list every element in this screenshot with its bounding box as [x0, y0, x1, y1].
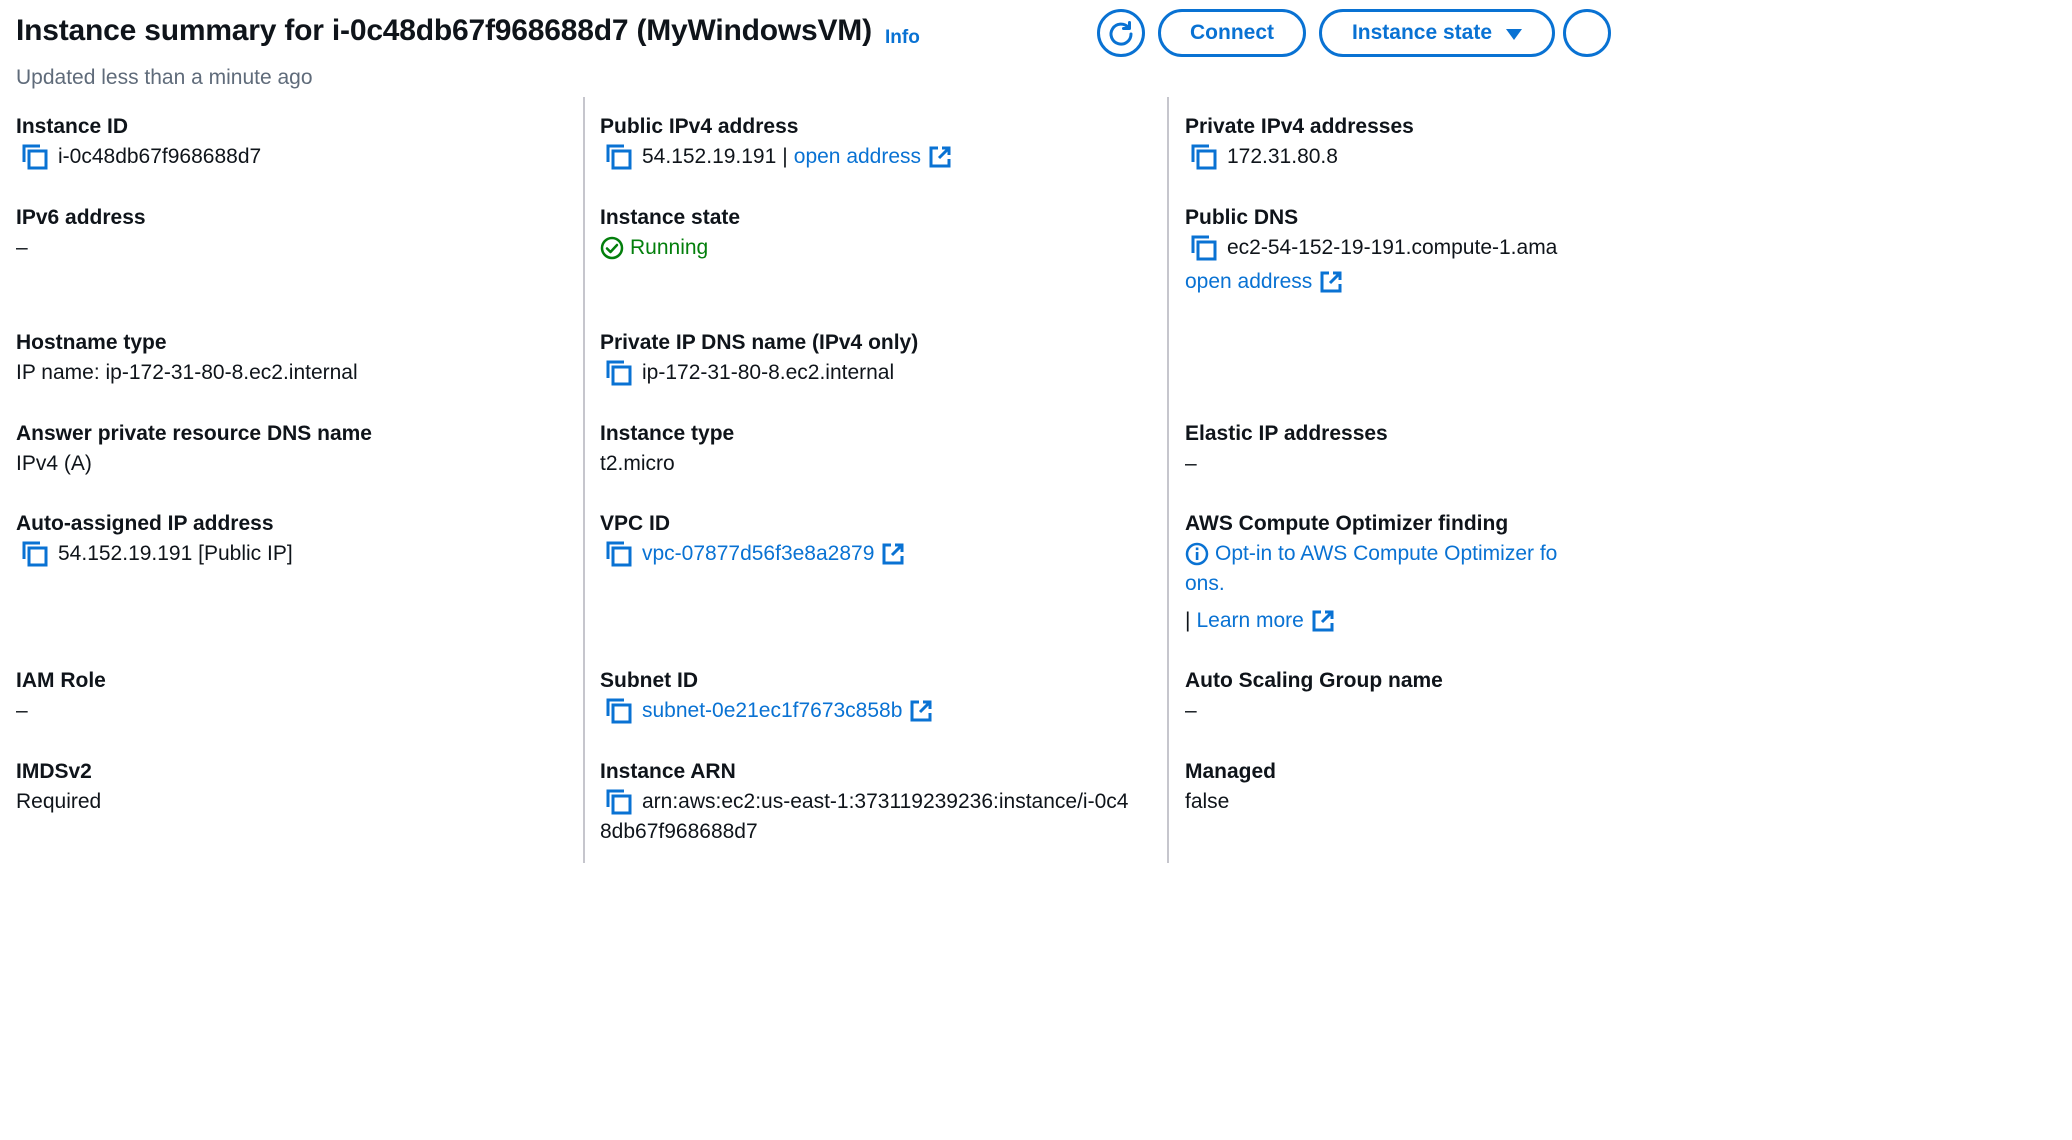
field-label: IMDSv2: [16, 760, 92, 783]
external-link-icon: [882, 543, 904, 565]
vpc-id-link[interactable]: vpc-07877d56f3e8a2879: [642, 539, 874, 569]
instance-arn-field: Instance ARN arn:aws:ec2:us-east-1:37311…: [600, 757, 1128, 817]
iam-role-field: IAM Role –: [16, 666, 106, 726]
external-link-icon: [910, 700, 932, 722]
field-label: Auto-assigned IP address: [16, 512, 274, 535]
separator: |: [1185, 609, 1191, 632]
copy-icon[interactable]: [604, 358, 634, 388]
instance-type-field: Instance type t2.micro: [600, 419, 734, 479]
field-label: Subnet ID: [600, 669, 698, 692]
separator: |: [782, 145, 788, 168]
private-ipv4-value: 172.31.80.8: [1227, 145, 1338, 168]
copy-icon[interactable]: [20, 539, 50, 569]
field-label: AWS Compute Optimizer finding: [1185, 512, 1509, 535]
elastic-ip-value: –: [1185, 452, 1197, 475]
private-dns-field: Private IP DNS name (IPv4 only) ip-172-3…: [600, 328, 918, 388]
field-label: Elastic IP addresses: [1185, 422, 1388, 445]
copy-icon[interactable]: [604, 142, 634, 172]
asg-value: –: [1185, 699, 1197, 722]
field-label: Instance ARN: [600, 760, 736, 783]
external-link-icon: [1320, 271, 1342, 293]
page-title: Instance summary for i-0c48db67f968688d7…: [16, 14, 872, 47]
refresh-button[interactable]: [1097, 9, 1145, 57]
instance-state-value: Running: [630, 236, 709, 259]
caret-down-icon: [1506, 28, 1523, 40]
copy-icon[interactable]: [604, 787, 634, 817]
managed-value: false: [1185, 790, 1230, 813]
field-label: Private IPv4 addresses: [1185, 115, 1414, 138]
status-success-icon: [600, 236, 624, 260]
imdsv2-value: Required: [16, 790, 102, 813]
instance-id-field: Instance ID i-0c48db67f968688d7: [16, 112, 261, 172]
field-label: Instance ID: [16, 115, 129, 138]
updated-text: Updated less than a minute ago: [16, 66, 313, 89]
iam-role-value: –: [16, 699, 28, 722]
field-label: Instance type: [600, 422, 735, 445]
field-label: VPC ID: [600, 512, 671, 535]
field-label: Managed: [1185, 760, 1277, 783]
refresh-icon: [1109, 21, 1133, 46]
open-address-link[interactable]: open address: [1185, 267, 1312, 297]
optimizer-optin-link[interactable]: Opt-in to AWS Compute Optimizer fo: [1215, 539, 1557, 569]
public-dns-value: ec2-54-152-19-191.compute-1.ama: [1227, 236, 1558, 259]
public-dns-field: Public DNS ec2-54-152-19-191.compute-1.a…: [1185, 203, 1557, 263]
field-label: Hostname type: [16, 331, 167, 354]
open-address-link[interactable]: open address: [794, 142, 921, 172]
copy-icon[interactable]: [1189, 233, 1219, 263]
ipv6-value: –: [16, 236, 28, 259]
field-label: Instance state: [600, 206, 741, 229]
external-link-icon: [1312, 610, 1334, 632]
field-label: Public IPv4 address: [600, 115, 799, 138]
instance-state-field: Instance state Running: [600, 203, 740, 263]
public-ipv4-field: Public IPv4 address 54.152.19.191 | open…: [600, 112, 952, 172]
copy-icon[interactable]: [1189, 142, 1219, 172]
vpc-id-field: VPC ID vpc-07877d56f3e8a2879: [600, 509, 905, 569]
copy-icon[interactable]: [604, 696, 634, 726]
actions-button-partial[interactable]: [1563, 9, 1611, 57]
learn-more-link[interactable]: Learn more: [1196, 606, 1303, 636]
instance-type-value: t2.micro: [600, 452, 675, 475]
instance-arn-value: arn:aws:ec2:us-east-1:373119239236:insta…: [642, 790, 1129, 813]
field-label: Public DNS: [1185, 206, 1299, 229]
instance-state-label: Instance state: [1351, 21, 1493, 44]
learn-more-row: | Learn more: [1185, 606, 1335, 636]
hostname-type-value: IP name: ip-172-31-80-8.ec2.internal: [16, 361, 358, 384]
field-label: Answer private resource DNS name: [16, 422, 372, 445]
managed-field: Managed false: [1185, 757, 1276, 817]
optimizer-field: AWS Compute Optimizer finding Opt-in to …: [1185, 509, 1557, 569]
imdsv2-field: IMDSv2 Required: [16, 757, 101, 817]
instance-state-dropdown[interactable]: Instance state: [1319, 9, 1555, 57]
answer-dns-value: IPv4 (A): [16, 452, 92, 475]
auto-ip-field: Auto-assigned IP address 54.152.19.191 […: [16, 509, 293, 569]
field-label: Auto Scaling Group name: [1185, 669, 1443, 692]
private-ipv4-field: Private IPv4 addresses 172.31.80.8: [1185, 112, 1414, 172]
copy-icon[interactable]: [604, 539, 634, 569]
asg-field: Auto Scaling Group name –: [1185, 666, 1443, 726]
optimizer-optin-link-cont[interactable]: ons.: [1185, 569, 1225, 599]
field-label: IPv6 address: [16, 206, 146, 229]
public-dns-open: open address: [1185, 267, 1343, 297]
elastic-ip-field: Elastic IP addresses –: [1185, 419, 1388, 479]
subnet-id-link[interactable]: subnet-0e21ec1f7673c858b: [642, 696, 902, 726]
info-circle-icon: [1185, 542, 1209, 566]
column-divider: [583, 97, 585, 863]
connect-button[interactable]: Connect: [1158, 9, 1306, 57]
info-link[interactable]: Info: [885, 27, 920, 49]
public-ipv4-value: 54.152.19.191: [642, 145, 777, 168]
external-link-icon: [929, 146, 951, 168]
field-label: IAM Role: [16, 669, 106, 692]
field-label: Private IP DNS name (IPv4 only): [600, 331, 919, 354]
instance-arn-value-cont: 8db67f968688d7: [600, 820, 758, 843]
subnet-id-field: Subnet ID subnet-0e21ec1f7673c858b: [600, 666, 933, 726]
instance-id-value: i-0c48db67f968688d7: [58, 145, 262, 168]
copy-icon[interactable]: [20, 142, 50, 172]
connect-label: Connect: [1190, 21, 1274, 44]
ipv6-field: IPv6 address –: [16, 203, 146, 263]
column-divider: [1167, 97, 1169, 863]
private-dns-value: ip-172-31-80-8.ec2.internal: [642, 361, 895, 384]
hostname-type-field: Hostname type IP name: ip-172-31-80-8.ec…: [16, 328, 358, 388]
answer-dns-field: Answer private resource DNS name IPv4 (A…: [16, 419, 372, 479]
auto-ip-value: 54.152.19.191 [Public IP]: [58, 542, 293, 565]
